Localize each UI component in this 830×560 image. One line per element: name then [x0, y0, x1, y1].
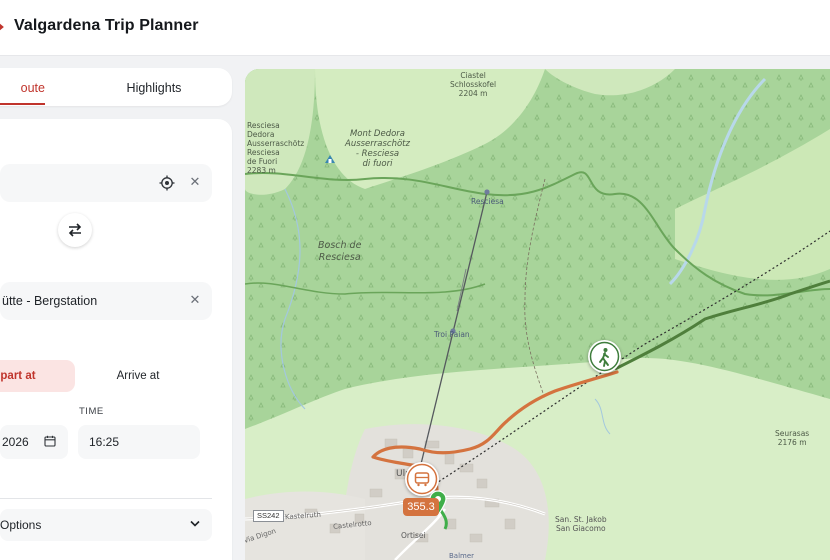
- divider: [0, 498, 212, 499]
- arrive-at-option[interactable]: Arrive at: [76, 360, 200, 392]
- chevron-down-icon: [190, 520, 200, 527]
- to-value: ütte - Bergstation: [2, 294, 98, 308]
- depart-at-option[interactable]: epart at: [0, 360, 75, 392]
- app-title: Valgardena Trip Planner: [14, 17, 199, 34]
- calendar-icon[interactable]: [44, 435, 56, 447]
- stop-label-resciesa: Resciesa: [471, 197, 504, 206]
- stop-label-troi-paian: Troi Paian: [434, 330, 470, 339]
- route-badge[interactable]: 355.3: [403, 498, 439, 516]
- to-field[interactable]: ütte - Bergstation ✕: [0, 282, 212, 320]
- clear-to-icon[interactable]: ✕: [188, 293, 202, 307]
- depart-at-label: epart at: [0, 370, 36, 382]
- tab-highlights[interactable]: Highlights: [108, 68, 200, 106]
- date-field[interactable]: 2026: [0, 425, 68, 459]
- walk-marker[interactable]: [588, 340, 621, 373]
- time-label: TIME: [79, 406, 104, 417]
- time-value: 16:25: [89, 435, 120, 449]
- time-field[interactable]: 16:25: [78, 425, 200, 459]
- map-view[interactable]: Ciastel Schlosskofel 2204 m Resciesa Dedora…: [245, 69, 830, 560]
- options-label: Options: [0, 518, 42, 532]
- tab-bar: oute Highlights: [0, 68, 232, 106]
- options-expander[interactable]: Options: [0, 509, 212, 541]
- swap-icon: [68, 223, 82, 237]
- active-tab-indicator: [0, 103, 45, 105]
- area-label-mont-dedora: Mont Dedora Ausserraschötz - Resciesa di fu…: [345, 129, 410, 169]
- tab-route[interactable]: oute: [0, 68, 45, 106]
- peak-label-seurasas: Seurasas 2176 m: [775, 429, 810, 447]
- date-value: 2026: [2, 435, 29, 449]
- peak-label-resciesa: Resciesa Dedora Ausserraschötz Resciesa de F…: [247, 121, 305, 175]
- logo-icon: [0, 23, 4, 31]
- clear-from-icon[interactable]: ✕: [188, 175, 202, 189]
- place-label-st-jakob: San. St. Jakob San Giacomo: [555, 515, 607, 533]
- swap-button[interactable]: [58, 213, 92, 247]
- walking-icon: [589, 341, 620, 372]
- app-header: Valgardena Trip Planner: [0, 0, 830, 56]
- locate-icon[interactable]: [158, 174, 176, 192]
- time-mode-toggle: epart at Arrive at: [0, 360, 200, 392]
- place-label-balmer: Balmer: [449, 552, 475, 560]
- road-shield: SS242: [253, 510, 284, 522]
- from-field[interactable]: ✕: [0, 164, 212, 202]
- map-base: [245, 69, 830, 560]
- peak-label-ciastel: Ciastel Schlosskofel 2204 m: [450, 71, 497, 98]
- town-label-ortisei: Ortisei: [401, 531, 426, 540]
- area-label-bosch: Bosch de Resciesa: [318, 240, 362, 263]
